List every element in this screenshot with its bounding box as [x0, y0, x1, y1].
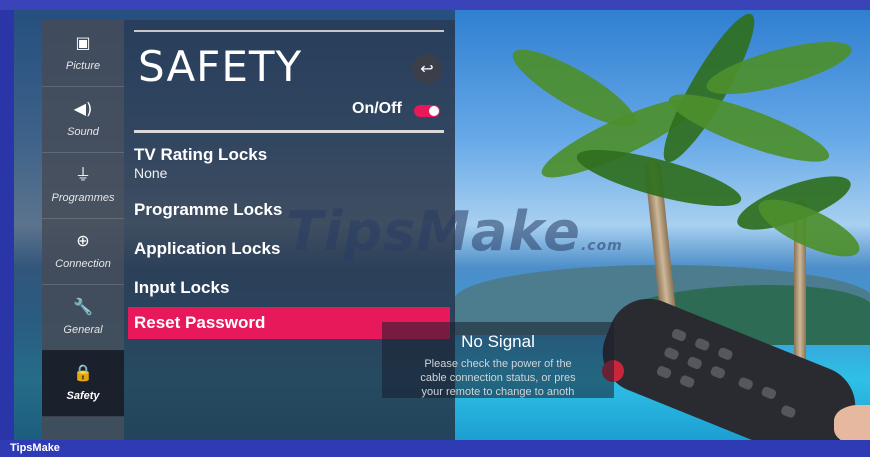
- sidebar-item-label: Safety: [66, 390, 100, 402]
- onoff-label: On/Off: [352, 100, 402, 117]
- sidebar-item-label: Programmes: [51, 192, 115, 204]
- tv-screen: ▣ Picture ◀) Sound ⏚ Programmes ⊕ Connec…: [14, 10, 870, 440]
- wrench-icon: 🔧: [73, 297, 93, 316]
- sidebar-item-sound[interactable]: ◀) Sound: [42, 86, 124, 153]
- sidebar-item-general[interactable]: 🔧 General: [42, 284, 124, 351]
- sidebar-item-label: Connection: [55, 258, 111, 270]
- no-signal-message-line: cable connection status, or pres: [420, 372, 576, 384]
- watermark: TipsMake.com: [286, 200, 623, 263]
- sidebar-item-connection[interactable]: ⊕ Connection: [42, 218, 124, 285]
- page-title: SAFETY: [138, 42, 303, 91]
- menu-item-label: Reset Password: [134, 313, 266, 332]
- hand: [834, 405, 870, 440]
- watermark-suffix: .com: [580, 238, 623, 254]
- menu-item-input-locks[interactable]: Input Locks: [134, 278, 229, 298]
- no-signal-message-line: your remote to change to anoth: [421, 386, 575, 398]
- no-signal-dialog: No Signal Please check the power of the …: [382, 322, 614, 398]
- settings-sidebar: ▣ Picture ◀) Sound ⏚ Programmes ⊕ Connec…: [42, 20, 124, 440]
- no-signal-title: No Signal: [461, 332, 535, 351]
- sidebar-item-label: Picture: [65, 60, 101, 72]
- panel-divider: [134, 130, 444, 133]
- menu-item-programme-locks[interactable]: Programme Locks: [134, 200, 282, 220]
- sidebar-item-programmes[interactable]: ⏚ Programmes: [42, 152, 124, 219]
- picture-icon: ▣: [75, 33, 91, 52]
- no-signal-message-line: Please check the power of the: [424, 358, 572, 370]
- footer-brand: TipsMake: [10, 442, 60, 454]
- speaker-icon: ◀): [73, 99, 93, 118]
- top-frame: [0, 0, 870, 10]
- tv-rating-value: None: [134, 165, 168, 181]
- lock-icon: 🔒: [73, 363, 93, 382]
- toggle-knob: [429, 106, 439, 116]
- sidebar-item-label: Sound: [67, 126, 99, 138]
- back-button[interactable]: ↩: [412, 54, 442, 84]
- antenna-icon: ⏚: [74, 165, 91, 184]
- watermark-text: TipsMake: [286, 200, 581, 263]
- sidebar-item-picture[interactable]: ▣ Picture: [42, 20, 124, 87]
- footer-bar: TipsMake: [0, 440, 870, 457]
- safety-toggle[interactable]: [414, 105, 440, 117]
- menu-item-tv-rating-locks[interactable]: TV Rating Locks: [134, 145, 267, 165]
- sidebar-item-safety[interactable]: 🔒 Safety: [42, 350, 124, 417]
- panel-top-divider: [134, 30, 444, 32]
- menu-item-application-locks[interactable]: Application Locks: [134, 239, 280, 259]
- sidebar-item-label: General: [63, 324, 103, 336]
- palm-frond: [504, 37, 644, 139]
- globe-icon: ⊕: [76, 231, 90, 250]
